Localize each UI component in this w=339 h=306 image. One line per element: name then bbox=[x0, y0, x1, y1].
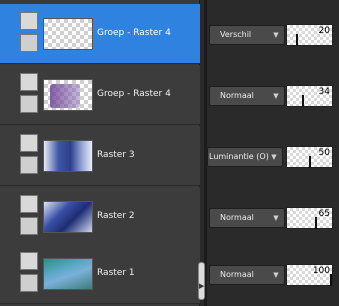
layer-icons bbox=[20, 195, 40, 239]
layer-properties-row: Luminantie (O) ▼ 50 bbox=[207, 126, 339, 186]
opacity-slider[interactable]: 100 bbox=[286, 264, 333, 286]
page-icon[interactable] bbox=[20, 73, 38, 91]
chevron-down-icon: ▼ bbox=[273, 271, 279, 279]
eye-icon[interactable] bbox=[20, 95, 38, 113]
blend-mode-select[interactable]: Normaal ▼ bbox=[209, 208, 285, 228]
opacity-marker[interactable] bbox=[330, 274, 332, 286]
page-icon[interactable] bbox=[20, 12, 38, 30]
layer-name[interactable]: Raster 1 bbox=[97, 268, 135, 278]
chevron-down-icon: ▼ bbox=[273, 92, 279, 100]
layer-row-raster-1[interactable]: Raster 1 bbox=[0, 244, 200, 304]
blend-mode-value: Normaal bbox=[220, 91, 254, 100]
opacity-slider[interactable]: 34 bbox=[286, 85, 333, 107]
blend-mode-select[interactable]: Normaal ▼ bbox=[209, 265, 285, 285]
layer-name[interactable]: Groep - Raster 4 bbox=[97, 89, 171, 99]
layer-thumbnail bbox=[43, 140, 93, 172]
layer-icons bbox=[20, 73, 40, 117]
opacity-marker[interactable] bbox=[315, 217, 317, 229]
layer-properties-row: Normaal ▼ 34 bbox=[207, 65, 339, 125]
chevron-down-icon: ▼ bbox=[273, 214, 279, 222]
layers-panel: Groep - Raster 4 Verschil ▼ 20 Groep - R… bbox=[0, 0, 339, 306]
layer-row-raster-3[interactable]: Raster 3 bbox=[0, 126, 200, 186]
eye-icon[interactable] bbox=[20, 274, 38, 292]
layer-thumbnail bbox=[43, 258, 93, 290]
page-icon[interactable] bbox=[20, 195, 38, 213]
scrollbar-handle[interactable] bbox=[198, 262, 205, 300]
layer-properties-row: Normaal ▼ 100 bbox=[207, 244, 339, 304]
blend-mode-value: Normaal bbox=[220, 213, 254, 222]
chevron-down-icon: ▼ bbox=[273, 31, 279, 39]
eye-icon[interactable] bbox=[20, 156, 38, 174]
page-icon[interactable] bbox=[20, 134, 38, 152]
layer-icons bbox=[20, 12, 40, 56]
layer-row-groep-raster-4-top[interactable]: Groep - Raster 4 bbox=[0, 4, 200, 64]
chevron-right-icon[interactable]: ▶ bbox=[199, 282, 204, 290]
blend-mode-value: Normaal bbox=[220, 270, 254, 279]
opacity-marker[interactable] bbox=[309, 156, 311, 168]
layer-row-groep-raster-4[interactable]: Groep - Raster 4 bbox=[0, 65, 200, 125]
layer-name[interactable]: Raster 2 bbox=[97, 211, 135, 221]
opacity-marker[interactable] bbox=[296, 34, 298, 46]
eye-icon[interactable] bbox=[20, 217, 38, 235]
layer-properties-row: Normaal ▼ 65 bbox=[207, 187, 339, 247]
layer-icons bbox=[20, 252, 40, 296]
opacity-marker[interactable] bbox=[302, 95, 304, 107]
opacity-value: 100 bbox=[312, 266, 330, 276]
chevron-down-icon: ▼ bbox=[271, 153, 277, 161]
blend-mode-select[interactable]: Verschil ▼ bbox=[209, 25, 285, 45]
opacity-value: 50 bbox=[318, 148, 330, 158]
opacity-slider[interactable]: 50 bbox=[286, 146, 333, 168]
layer-name[interactable]: Groep - Raster 4 bbox=[97, 28, 171, 38]
layer-thumbnail bbox=[43, 18, 93, 50]
layer-icons bbox=[20, 134, 40, 178]
blend-mode-value: Luminantie (O) bbox=[209, 152, 269, 161]
blend-mode-value: Verschil bbox=[220, 30, 252, 39]
eye-icon[interactable] bbox=[20, 34, 38, 52]
layer-name[interactable]: Raster 3 bbox=[97, 150, 135, 160]
opacity-value: 34 bbox=[318, 87, 330, 97]
blend-mode-select[interactable]: Normaal ▼ bbox=[209, 86, 285, 106]
opacity-value: 20 bbox=[318, 26, 330, 36]
layer-row-raster-2[interactable]: Raster 2 bbox=[0, 187, 200, 247]
blend-mode-select[interactable]: Luminantie (O) ▼ bbox=[207, 147, 283, 167]
layer-thumbnail bbox=[43, 201, 93, 233]
page-icon[interactable] bbox=[20, 252, 38, 270]
layer-properties-row: Verschil ▼ 20 bbox=[207, 4, 339, 64]
opacity-slider[interactable]: 65 bbox=[286, 207, 333, 229]
opacity-slider[interactable]: 20 bbox=[286, 24, 333, 46]
opacity-value: 65 bbox=[318, 209, 330, 219]
layer-thumbnail bbox=[43, 79, 93, 111]
